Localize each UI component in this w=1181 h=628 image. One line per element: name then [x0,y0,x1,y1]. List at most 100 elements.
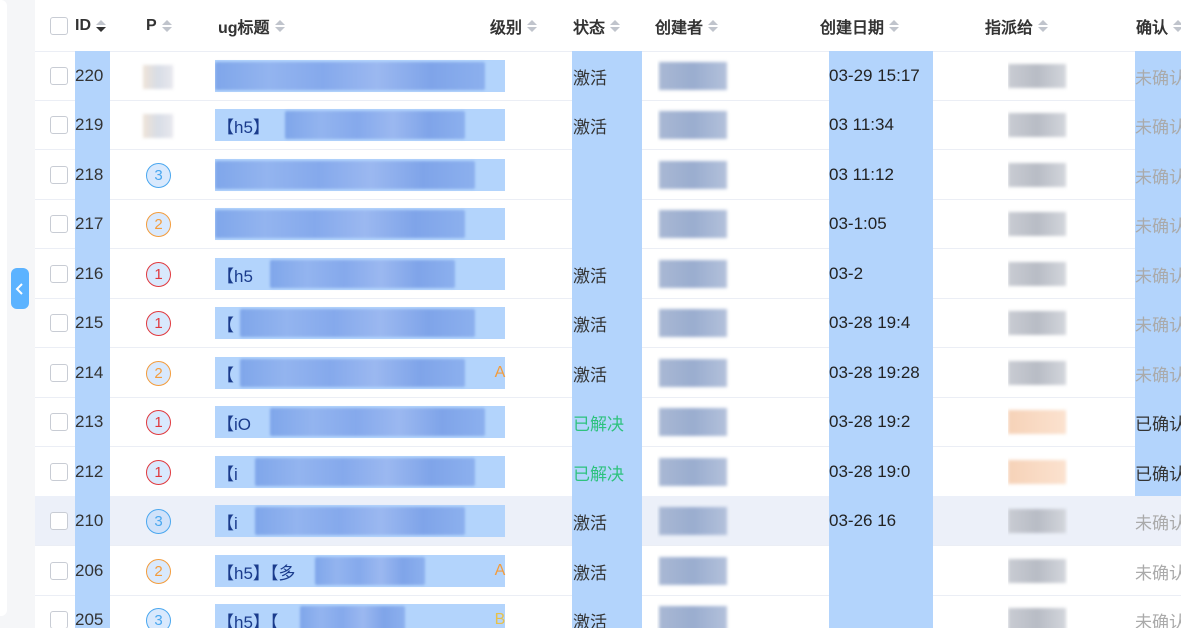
table-row[interactable]: 218 3 03 11:12 未确认 [35,150,1181,200]
status-text: 已解决 [572,397,642,447]
sort-caret-icon[interactable] [889,20,900,32]
redacted-text [240,359,465,387]
redacted-text [659,359,727,387]
bug-id[interactable]: 219 [75,100,110,150]
row-checkbox[interactable] [50,611,68,628]
bug-id[interactable]: 212 [75,447,110,497]
bug-id[interactable]: 215 [75,298,110,348]
table-row[interactable]: 214 2 【A 激活 03-28 19:28 未确认 [35,348,1181,398]
bug-title-link[interactable] [215,51,505,101]
table-row[interactable]: 217 2 03-1:05 未确认 [35,199,1181,249]
bug-title-link[interactable] [215,199,505,249]
bug-title-link[interactable]: 【i [215,496,505,546]
redacted-text [659,210,727,238]
redacted-text [255,458,475,486]
column-header-priority[interactable]: P [146,0,172,52]
table-row[interactable]: 216 1 【h5 激活 03-2 未确认 [35,249,1181,299]
priority-badge: 1 [146,311,171,336]
bug-title-link[interactable]: 【iO [215,397,505,447]
table-row[interactable]: 210 3 【i 激活 03-26 16 未确认 [35,496,1181,546]
table-row[interactable]: 213 1 【iO 已解决 03-28 19:2 已确认 [35,397,1181,447]
bug-id[interactable]: 218 [75,150,110,200]
table-row[interactable]: 206 2 【h5】【多 A 激活 未确认 [35,546,1181,596]
column-header-creator[interactable]: 创建者 [655,0,719,52]
table-row[interactable]: 220 激活 03-29 15:17 未确认 [35,51,1181,101]
bug-level [490,150,510,200]
column-header-title[interactable]: ug标题 [218,0,285,52]
sort-caret-icon[interactable] [1173,20,1181,32]
column-header-status[interactable]: 状态 [573,0,621,52]
column-header-confirm[interactable]: 确认 [1136,0,1181,52]
column-header-id[interactable]: ID [75,0,106,52]
creator-name [657,447,732,497]
priority-badge: 2 [146,212,171,237]
bug-id[interactable]: 213 [75,397,110,447]
row-checkbox[interactable] [50,512,68,530]
row-checkbox[interactable] [50,166,68,184]
bug-id[interactable]: 214 [75,348,110,398]
status-text: 激活 [572,51,642,101]
bug-title-link[interactable]: 【h5】 [215,100,505,150]
sort-caret-icon[interactable] [1038,20,1049,32]
assignee-name [1008,298,1068,348]
bug-id[interactable]: 206 [75,546,110,596]
collapse-sidebar-button[interactable] [11,268,29,309]
sort-caret-icon[interactable] [161,20,172,32]
confirm-status: 已确认 [1135,447,1181,497]
sort-caret-icon[interactable] [708,20,719,32]
row-checkbox[interactable] [50,265,68,283]
row-checkbox[interactable] [50,116,68,134]
select-all-checkbox[interactable] [50,17,68,35]
column-header-level[interactable]: 级别 [490,0,538,52]
priority-badge: 2 [146,361,171,386]
bug-title-link[interactable]: 【 [215,348,505,398]
bug-title-link[interactable] [215,150,505,200]
bug-title-link[interactable]: 【h5】【多 [215,546,505,596]
row-checkbox[interactable] [50,364,68,382]
created-date [829,595,933,628]
bug-id[interactable]: 220 [75,51,110,101]
redacted-text [1008,64,1066,88]
redacted-text [270,260,455,288]
table-row[interactable]: 212 1 【i 已解决 03-28 19:0 已确认 [35,447,1181,497]
bug-id[interactable]: 205 [75,595,110,628]
creator-name [657,397,732,447]
created-date: 03-29 15:17 [829,51,933,101]
row-checkbox[interactable] [50,463,68,481]
assignee-name [1008,100,1068,150]
sort-caret-icon[interactable] [96,20,106,32]
bug-level [490,397,510,447]
table-row[interactable]: 205 3 【h5】【 B 激活 未确认 [35,595,1181,628]
redacted-text [1008,311,1066,335]
bug-title-link[interactable]: 【 [215,298,505,348]
confirm-status: 未确认 [1135,513,1181,533]
bug-id[interactable]: 217 [75,199,110,249]
sort-caret-icon[interactable] [274,20,285,32]
column-header-assignee[interactable]: 指派给 [985,0,1049,52]
row-checkbox[interactable] [50,413,68,431]
row-checkbox[interactable] [50,562,68,580]
redacted-text [659,606,727,628]
bug-id[interactable]: 210 [75,496,110,546]
status-text: 激活 [572,100,642,150]
created-date: 03-28 19:4 [829,298,933,348]
redacted-text [659,309,727,337]
redacted-text [659,408,727,436]
sort-caret-icon[interactable] [527,20,538,32]
assignee-name [1008,496,1068,546]
bug-id[interactable]: 216 [75,249,110,299]
bug-title-link[interactable]: 【h5 [215,249,505,299]
sort-caret-icon[interactable] [610,20,621,32]
row-checkbox[interactable] [50,67,68,85]
table-row[interactable]: 219 【h5】 激活 03 11:34 未确认 [35,100,1181,150]
row-checkbox[interactable] [50,314,68,332]
bug-level: A [494,364,506,381]
bug-title-link[interactable]: 【h5】【 [215,595,505,628]
created-date: 03-28 19:2 [829,397,933,447]
redacted-text [215,161,475,189]
table-row[interactable]: 215 1 【 激活 03-28 19:4 未确认 [35,298,1181,348]
column-header-created-date[interactable]: 创建日期 [820,0,900,52]
redacted-text [1008,163,1066,187]
row-checkbox[interactable] [50,215,68,233]
bug-title-link[interactable]: 【i [215,447,505,497]
